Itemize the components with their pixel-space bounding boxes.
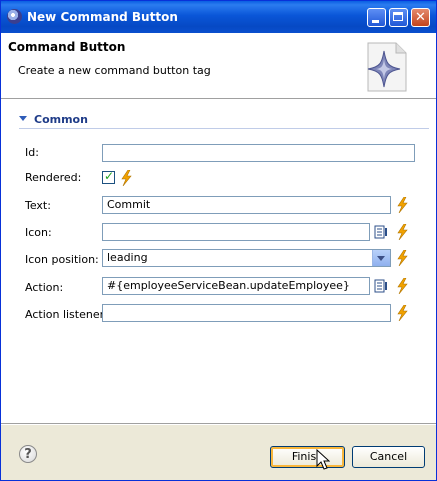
icon-label: Icon:	[25, 226, 52, 239]
minimize-button[interactable]	[367, 8, 386, 27]
icon-position-label: Icon position:	[25, 253, 99, 266]
lightning-bolt-icon[interactable]	[396, 278, 408, 294]
id-label: Id:	[25, 146, 39, 159]
wizard-star-icon	[367, 42, 407, 92]
check-mark-icon: ✓	[104, 169, 115, 183]
eclipse-icon	[7, 9, 22, 24]
close-icon: ✕	[415, 10, 426, 25]
close-button[interactable]: ✕	[411, 8, 430, 27]
action-listener-input[interactable]	[102, 304, 391, 322]
footer-divider-highlight	[1, 424, 436, 425]
window-title: New Command Button	[27, 10, 178, 24]
action-listener-label: Action listener:	[25, 308, 108, 321]
triangle-down-icon[interactable]	[19, 116, 27, 121]
lightning-bolt-icon[interactable]	[120, 170, 132, 186]
action-input[interactable]: #{employeeServiceBean.updateEmployee}	[102, 277, 370, 295]
title-bar[interactable]: New Command Button ✕	[1, 1, 436, 33]
lightning-bolt-icon[interactable]	[396, 197, 408, 213]
maximize-icon	[393, 12, 403, 21]
icon-input[interactable]	[102, 223, 370, 241]
lightning-bolt-icon[interactable]	[396, 305, 408, 321]
lightning-bolt-icon[interactable]	[396, 224, 408, 240]
finish-button[interactable]: Finish	[270, 446, 345, 468]
action-label: Action:	[25, 281, 64, 294]
header-title: Command Button	[8, 40, 126, 54]
chevron-down-icon	[377, 256, 385, 261]
text-label: Text:	[25, 199, 51, 212]
help-icon[interactable]: ?	[19, 445, 37, 463]
dialog-window: New Command Button ✕ Command Button Crea…	[0, 0, 437, 481]
id-input[interactable]	[102, 144, 415, 162]
dropdown-button[interactable]	[372, 250, 390, 266]
mouse-cursor-icon	[316, 449, 330, 470]
cancel-button[interactable]: Cancel	[352, 446, 425, 468]
text-input[interactable]: Commit	[102, 196, 391, 214]
icon-position-value: leading	[107, 251, 148, 264]
wizard-header: Command Button Create a new command butt…	[1, 33, 436, 99]
lightning-bolt-icon[interactable]	[396, 250, 408, 266]
rendered-checkbox[interactable]: ✓	[102, 169, 115, 184]
rendered-label: Rendered:	[25, 171, 82, 184]
maximize-button[interactable]	[389, 8, 408, 27]
header-description: Create a new command button tag	[18, 64, 211, 77]
browse-file-icon[interactable]	[374, 225, 388, 239]
icon-position-select[interactable]: leading	[102, 249, 391, 267]
browse-file-icon[interactable]	[374, 279, 388, 293]
section-title[interactable]: Common	[34, 113, 88, 126]
minimize-icon	[372, 20, 379, 23]
section-divider	[19, 128, 429, 129]
